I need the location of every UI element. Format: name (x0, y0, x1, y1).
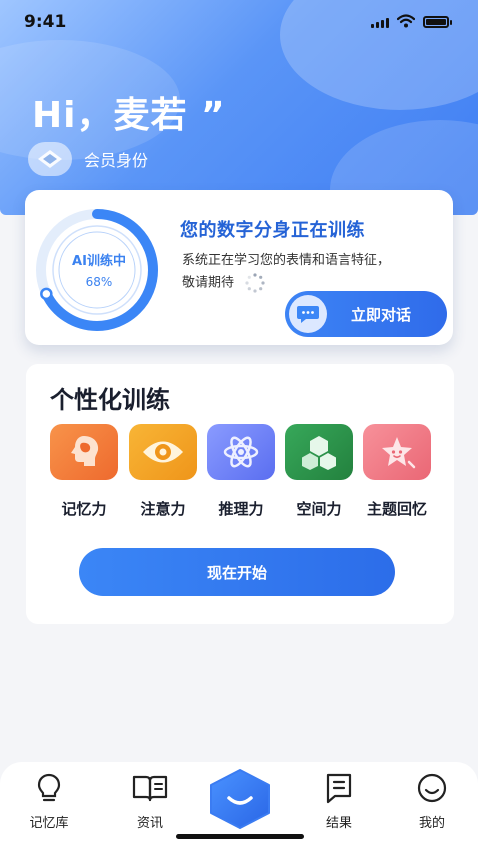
tab-profile[interactable]: 我的 (397, 770, 467, 831)
skill-theme-recall[interactable]: 主题回忆 (357, 424, 437, 519)
ring-text: AI训练中 68% (51, 250, 147, 289)
tab-label: 记忆库 (29, 816, 69, 831)
start-chat-button[interactable]: 立即对话 (285, 291, 447, 337)
greeting-title: Hi，麦若 ” (32, 95, 226, 136)
member-status[interactable]: 会员身份 (28, 142, 148, 176)
atom-icon (207, 424, 275, 480)
description-line-1: 系统正在学习您的表情和语言特征， (182, 253, 391, 268)
wifi-icon (397, 14, 415, 28)
smile-icon (397, 770, 467, 806)
head-icon (50, 424, 118, 480)
skill-reasoning[interactable]: 推理力 (201, 424, 281, 519)
tab-label: 资讯 (136, 816, 163, 831)
chat-bubble-icon (289, 295, 327, 333)
eye-icon (129, 424, 197, 480)
skill-spatial[interactable]: 空间力 (279, 424, 359, 519)
description-line-2: 敬请期待 (182, 275, 235, 291)
tab-label: 我的 (418, 816, 445, 831)
tab-results[interactable]: 结果 (304, 770, 374, 831)
battery-icon (423, 16, 452, 28)
status-time: 9:41 (24, 12, 67, 32)
book-icon (115, 770, 185, 806)
lightbulb-icon (14, 770, 84, 806)
cubes-icon (285, 424, 353, 480)
member-label: 会员身份 (84, 151, 149, 170)
chat-button-label: 立即对话 (351, 305, 412, 324)
skill-label: 主题回忆 (366, 500, 427, 518)
skill-label: 记忆力 (61, 500, 107, 518)
skill-memory[interactable]: 记忆力 (44, 424, 124, 519)
skill-attention[interactable]: 注意力 (123, 424, 203, 519)
signal-icon (371, 18, 389, 28)
star-icon (363, 424, 431, 480)
skill-label: 空间力 (296, 500, 342, 518)
tab-news[interactable]: 资讯 (115, 770, 185, 831)
training-title: 个性化训练 (50, 386, 170, 414)
personal-training-card: 个性化训练 记忆力 注意力 推理力 空间力 主题回忆 现在开始 (26, 364, 454, 624)
tab-label: 结果 (325, 816, 352, 831)
document-icon (304, 770, 374, 806)
tab-memory-library[interactable]: 记忆库 (14, 770, 84, 831)
start-training-button[interactable]: 现在开始 (79, 548, 395, 596)
home-indicator (176, 834, 304, 839)
skill-list: 记忆力 注意力 推理力 空间力 主题回忆 (26, 424, 454, 524)
skill-label: 推理力 (218, 500, 264, 518)
progress-percent: 68% (85, 275, 113, 289)
status-bar: 9:41 (0, 0, 478, 40)
member-badge-icon (28, 142, 72, 176)
ai-training-card: AI训练中 68% 您的数字分身正在训练 系统正在学习您的表情和语言特征， 敬请… (25, 190, 453, 345)
ring-label: AI训练中 (72, 254, 126, 269)
loading-spinner-icon (245, 273, 265, 293)
ai-card-description: 系统正在学习您的表情和语言特征， 敬请期待 (182, 250, 447, 295)
skill-label: 注意力 (140, 500, 186, 518)
ai-card-title: 您的数字分身正在训练 (180, 220, 365, 241)
home-smile-icon[interactable] (207, 768, 273, 830)
